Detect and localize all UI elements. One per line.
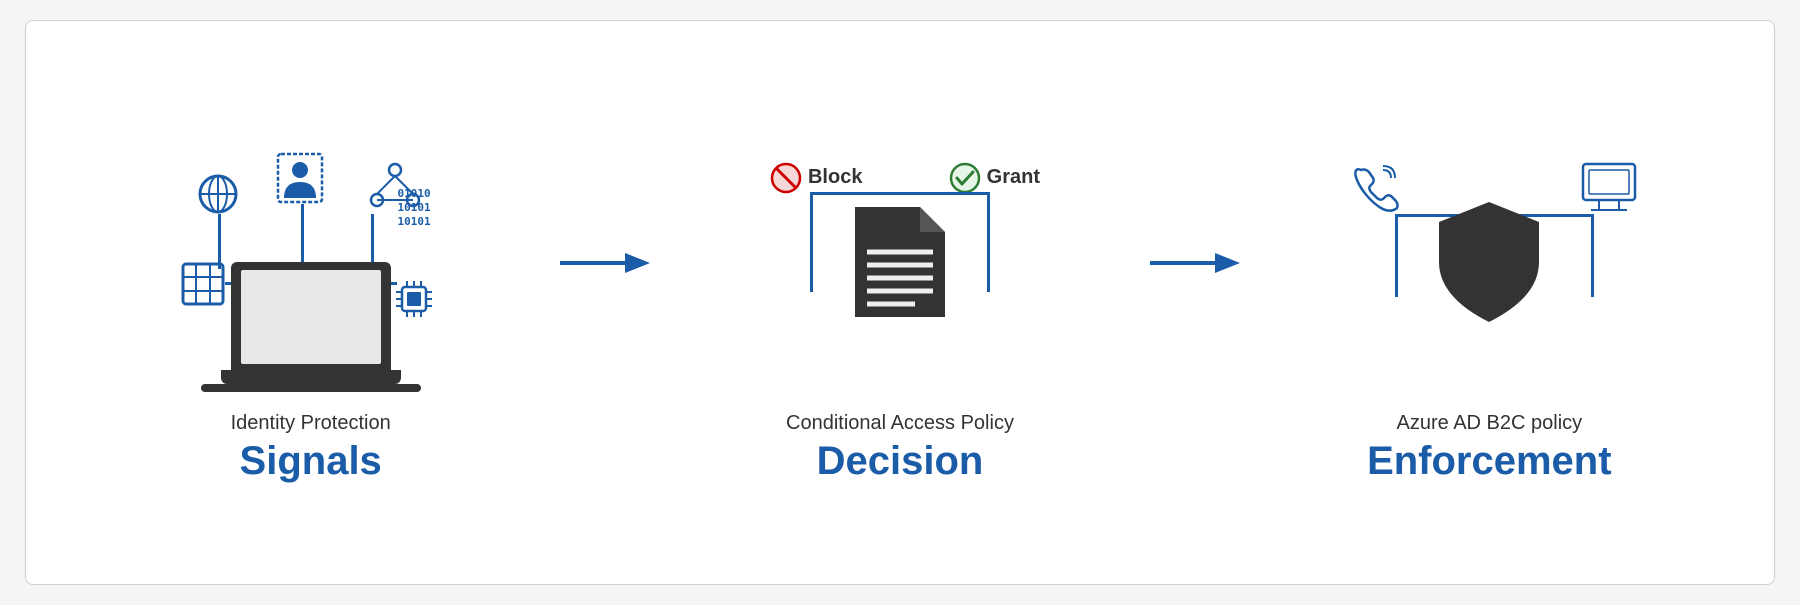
block-label: Block: [808, 166, 862, 189]
signals-section: 010101010110101: [66, 122, 555, 484]
arrow-2: [1145, 248, 1245, 358]
arrow-1-svg: [560, 248, 650, 278]
signals-illustration: 010101010110101: [171, 132, 451, 392]
laptop-screen-display: [241, 270, 381, 364]
decision-title: Decision: [817, 439, 984, 484]
globe-icon: [196, 172, 240, 216]
laptop-foot: [201, 384, 421, 392]
enforcement-section: Azure AD B2C policy Enforcement: [1245, 122, 1734, 484]
signals-subtitle: Identity Protection: [231, 412, 391, 435]
shield-icon: [1434, 197, 1544, 327]
bottom-line-right: [987, 232, 990, 292]
bottom-line-left: [810, 232, 813, 292]
decision-subtitle: Conditional Access Policy: [786, 412, 1014, 435]
enforcement-title: Enforcement: [1367, 439, 1612, 484]
enforcement-icon-area: [1319, 122, 1659, 402]
main-container: 010101010110101: [25, 20, 1775, 585]
monitor-icon: [1579, 162, 1639, 214]
block-icon: [770, 162, 802, 194]
grid-icon: [181, 262, 225, 306]
signals-icon-area: 010101010110101: [171, 122, 451, 402]
block-badge: Block: [770, 162, 862, 194]
phone-icon: [1349, 162, 1401, 214]
arm-user: [301, 204, 304, 264]
chip-icon: [392, 277, 436, 321]
decision-section: Block Grant: [655, 122, 1144, 484]
laptop-screen-body: [231, 262, 391, 372]
arm-network: [371, 214, 374, 269]
laptop-base: [221, 370, 401, 384]
user-icon: [276, 152, 324, 204]
grant-icon: [949, 162, 981, 194]
signals-title: Signals: [240, 439, 382, 484]
decision-illustration: Block Grant: [740, 132, 1060, 392]
grant-label: Grant: [987, 166, 1040, 189]
enf-bottom-right-line: [1591, 242, 1594, 297]
grant-badge: Grant: [949, 162, 1040, 194]
decision-icon-area: Block Grant: [740, 122, 1060, 402]
arrow-2-svg: [1150, 248, 1240, 278]
arrow-1: [555, 248, 655, 358]
arm-globe: [218, 214, 221, 269]
document-icon: [855, 207, 945, 317]
top-horizontal-line: [810, 192, 990, 195]
enforcement-illustration: [1319, 132, 1659, 392]
enforcement-subtitle: Azure AD B2C policy: [1397, 412, 1583, 435]
binary-icon: 010101010110101: [398, 187, 431, 230]
enf-bottom-left-line: [1395, 242, 1398, 297]
